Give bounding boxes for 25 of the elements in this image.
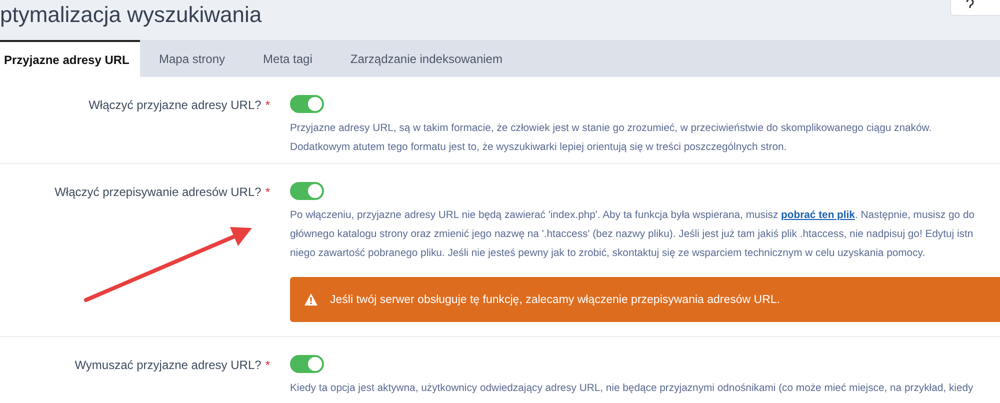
setting-label: Włączyć przyjazne adresy URL? <box>88 98 262 112</box>
tab[interactable]: Zarządzanie indeksowaniem <box>331 40 522 77</box>
toggle-switch[interactable] <box>290 182 324 200</box>
description-text: głównego katalogu strony oraz zmienić jego nazwę na '.htaccess' (bez nazwy pliku). Jeśli jest już tam jakiś plik .htaccess, nie nadpisuj go! Edytuj istn <box>290 229 974 240</box>
description-text: . Następnie, musisz go do <box>854 210 975 221</box>
tab[interactable]: Mapa strony <box>140 40 244 77</box>
description-text: Dodatkowym atutem tego formatu jest to, że wyszukiwarki lepiej orientują się w treści poszczególnych stron. <box>290 142 787 153</box>
toggle-switch[interactable] <box>290 95 324 113</box>
alert-text: Jeśli twój serwer obsługuje tę funkcję, zalecamy włączenie przepisywania adresów URL. <box>330 294 780 306</box>
required-mark: * <box>265 358 270 372</box>
description-text: Przyjazne adresy URL, są w takim formacie, że człowiek jest w stanie go zrozumieć, w przeciwieństwie do skomplikowanego ciągu znaków. <box>290 123 932 134</box>
setting-label: Wymuszać przyjazne adresy URL? <box>74 358 262 372</box>
description-text: Kiedy ta opcja jest aktywna, użytkownicy odwiedzający adresy URL, nie będące przyjaznymi odnośnikami (co może mieć miejsce, na przykład, kiedy <box>290 383 974 394</box>
description-text: Po włączeniu, przyjazne adresy URL nie będą zawierać 'index.php'. Aby ta funkcja była wspierana, musisz <box>290 210 780 221</box>
help-icon <box>965 0 975 11</box>
required-mark: * <box>265 98 270 112</box>
page-title: ptymalizacja wyszukiwania <box>0 2 262 28</box>
toggle-switch[interactable] <box>290 355 324 373</box>
setting-label: Włączyć przepisywanie adresów URL? <box>54 185 262 199</box>
tab[interactable]: Przyjazne adresy URL <box>0 40 140 77</box>
required-mark: * <box>265 185 270 199</box>
download-link[interactable]: pobrać ten plik <box>781 210 855 221</box>
tab[interactable]: Meta tagi <box>244 40 332 77</box>
description-text: niego zawartość pobranego pliku. Jeśli nie jesteś pewny jak to zrobić, skontaktuj się ze wsparciem technicznym w celu uzyskania pomocy. <box>290 248 926 259</box>
warning-icon <box>304 293 318 306</box>
